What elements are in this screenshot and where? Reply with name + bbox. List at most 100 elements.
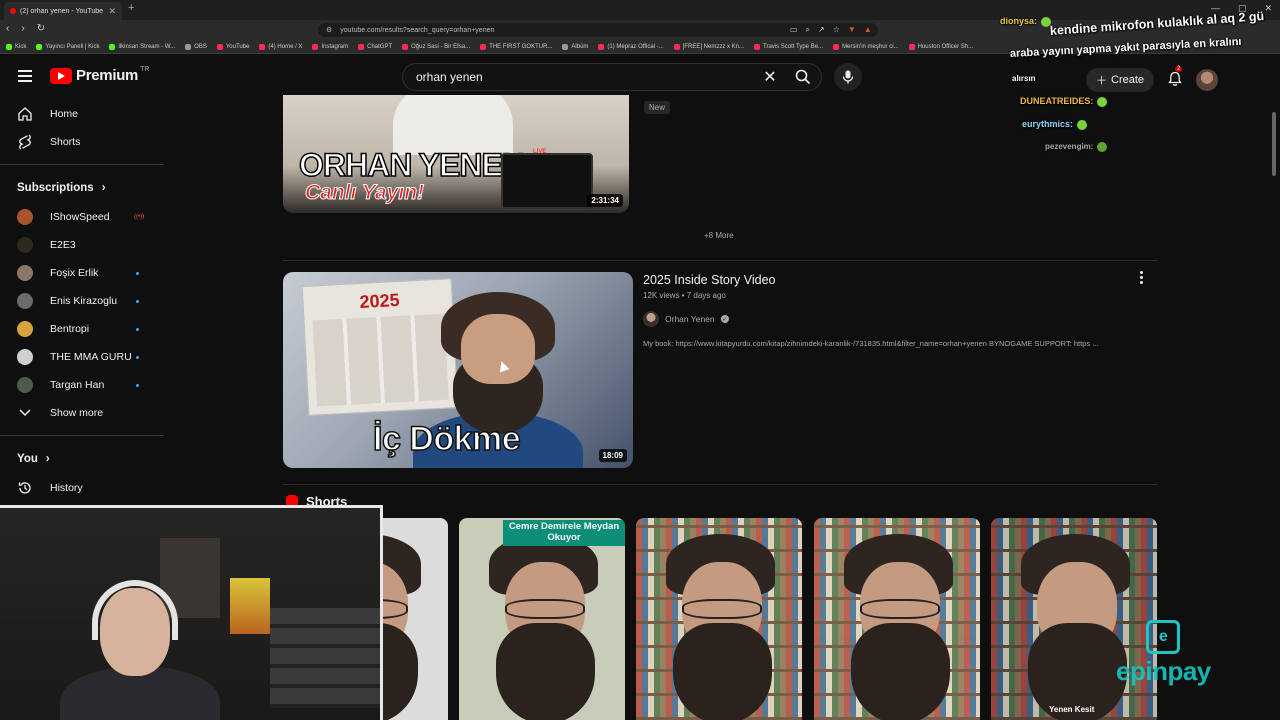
subscription-item[interactable]: IShowSpeed ((•)) — [0, 203, 164, 231]
bookmark-favicon-icon — [216, 43, 223, 50]
subscriptions-heading[interactable]: Subscriptions › — [0, 173, 164, 203]
subscription-item[interactable]: THE MMA GURU — [0, 343, 164, 371]
sidebar-item-shorts[interactable]: Shorts — [0, 128, 164, 156]
sidebar-item-history[interactable]: History — [0, 474, 164, 502]
share-icon[interactable]: ↗ — [818, 25, 825, 35]
you-heading[interactable]: You › — [0, 444, 164, 474]
emote-icon — [1077, 119, 1088, 130]
bookmark-item[interactable]: ChatGPT — [358, 43, 392, 50]
chat-message: dionysa: — [1000, 16, 1052, 27]
more-videos-link[interactable]: +8 More — [704, 231, 734, 240]
video-thumbnail[interactable]: 2025 İç Dökme 18:09 — [283, 272, 633, 468]
search-button[interactable] — [785, 63, 821, 91]
you-label: You — [17, 453, 38, 465]
browser-tab[interactable]: (2) orhan yenen - YouTube ✕ — [4, 2, 122, 20]
subscription-item[interactable]: Targan Han — [0, 371, 164, 399]
channel-avatar — [17, 237, 33, 253]
subscription-item[interactable]: Bentropi — [0, 315, 164, 343]
bookmark-label: Albüm — [571, 43, 589, 50]
bookmark-label: THE FIRST GOKTUR... — [489, 43, 553, 50]
short-card[interactable] — [814, 518, 980, 720]
subscription-label: Targan Han — [50, 379, 105, 391]
channel-avatar[interactable] — [643, 311, 659, 327]
site-info-icon[interactable]: ⚙ — [326, 26, 332, 34]
microphone-icon — [842, 70, 854, 84]
bookmark-item[interactable]: Albüm — [562, 43, 589, 50]
bookmark-favicon-icon — [36, 43, 43, 50]
short-card[interactable] — [636, 518, 802, 720]
subscription-item[interactable]: Foşix Erlik — [0, 259, 164, 287]
bookmark-item[interactable]: Mersin'in meşhur ci... — [833, 43, 899, 50]
bookmark-item[interactable]: ilkinsan Stream - W... — [109, 43, 175, 50]
zoom-icon[interactable]: ⌕ — [806, 25, 810, 35]
chevron-right-icon: › — [101, 182, 106, 194]
bookmark-item[interactable]: Instagram — [312, 43, 349, 50]
subscription-label: Enis Kirazoglu — [50, 295, 118, 307]
screenshot-icon[interactable]: ▭ — [790, 25, 798, 35]
show-more-button[interactable]: Show more — [0, 399, 164, 427]
search-box[interactable]: orhan yenen ✕ — [402, 63, 822, 91]
new-tab-icon[interactable]: + — [128, 2, 134, 14]
short-caption: Cemre Demirele Meydan Okuyor — [503, 520, 625, 546]
search-input[interactable]: orhan yenen — [416, 70, 755, 84]
bookmark-item[interactable]: (4) Home / X — [259, 43, 303, 50]
chat-username: DUNEATREIDES: — [1020, 96, 1094, 106]
bookmark-favicon-icon — [109, 43, 116, 50]
bookmark-item[interactable]: [FREE] Nemzzz x Kn... — [673, 43, 744, 50]
bookmark-item[interactable]: Houston Officer Sh... — [908, 43, 973, 50]
bookmark-item[interactable]: THE FIRST GOKTUR... — [480, 43, 553, 50]
bookmark-label: Oğuz Sasi - Bir Efsa... — [411, 43, 471, 50]
stream-chat-overlay: dionysa: kendine mikrofon kulaklık al aq… — [1000, 0, 1280, 160]
channel-name[interactable]: Orhan Yenen — [665, 314, 715, 324]
video-title[interactable]: 2025 Inside Story Video — [643, 273, 776, 287]
bookmark-item[interactable]: Travis Scott Type Be... — [754, 43, 823, 50]
more-options-icon[interactable] — [1140, 271, 1143, 284]
video-description: My book: https://www.kitapyurdu.com/kita… — [643, 339, 1099, 348]
short-card[interactable]: Yenen Kesit — [991, 518, 1157, 720]
video-duration: 2:31:34 — [587, 194, 623, 207]
bookmark-label: Instagram — [321, 43, 349, 50]
thumbnail-text: İç Dökme — [372, 419, 521, 459]
bookmark-favicon-icon — [908, 43, 915, 50]
sponsor-logo: e epinpay — [1116, 620, 1211, 687]
menu-icon[interactable] — [18, 70, 32, 82]
bookmark-item[interactable]: Kick — [6, 43, 26, 50]
shield-icon[interactable]: ▼ — [848, 25, 856, 35]
forward-icon[interactable]: › — [21, 23, 24, 34]
url-text: youtube.com/results?search_query=orhan+y… — [340, 26, 495, 34]
video-duration: 18:09 — [598, 449, 627, 462]
bookmark-item[interactable]: OBS — [185, 43, 207, 50]
clear-search-icon[interactable]: ✕ — [755, 67, 785, 87]
voice-search-button[interactable] — [834, 63, 862, 91]
bookmark-label: (4) Home / X — [268, 43, 303, 50]
top-video-thumbnail[interactable]: ORHAN YENEN Canlı Yayın! LIVE 2:31:34 — [283, 95, 629, 213]
subscription-label: IShowSpeed — [50, 211, 110, 223]
bookmark-favicon-icon — [562, 43, 569, 50]
subscription-item[interactable]: Enis Kirazoglu — [0, 287, 164, 315]
verified-icon: ✓ — [720, 315, 729, 323]
bookmark-favicon-icon — [480, 43, 487, 50]
subscription-item[interactable]: E2E3 — [0, 231, 164, 259]
alert-icon[interactable]: ▲ — [864, 25, 872, 35]
sidebar-item-label: Home — [50, 108, 79, 120]
bookmark-item[interactable]: Yayıncı Paneli | Kick — [36, 43, 99, 50]
chat-message: DUNEATREIDES: — [1020, 96, 1108, 107]
channel-avatar — [17, 321, 33, 337]
bookmark-favicon-icon — [358, 43, 365, 50]
youtube-logo[interactable]: Premium TR — [50, 66, 151, 84]
channel-link[interactable]: Orhan Yenen ✓ — [643, 311, 729, 327]
thumbnail-person — [393, 95, 513, 155]
bookmark-item[interactable]: Oğuz Sasi - Bir Efsa... — [402, 43, 471, 50]
bookmark-favicon-icon — [6, 43, 12, 50]
sidebar-item-home[interactable]: Home — [0, 100, 164, 128]
short-card[interactable]: Cemre Demirele Meydan Okuyor — [459, 518, 625, 720]
emote-icon — [1097, 96, 1108, 107]
bookmark-item[interactable]: YouTube — [216, 43, 249, 50]
reload-icon[interactable]: ↻ — [37, 23, 45, 34]
bookmark-item[interactable]: (1) Mepraz Offical -... — [598, 43, 664, 50]
sidebar: Home Shorts Subscriptions › IShowSpeed ((… — [0, 100, 164, 502]
close-tab-icon[interactable]: ✕ — [108, 6, 116, 17]
star-icon[interactable]: ☆ — [833, 25, 840, 35]
back-icon[interactable]: ‹ — [6, 23, 9, 34]
live-label: LIVE — [533, 149, 547, 155]
